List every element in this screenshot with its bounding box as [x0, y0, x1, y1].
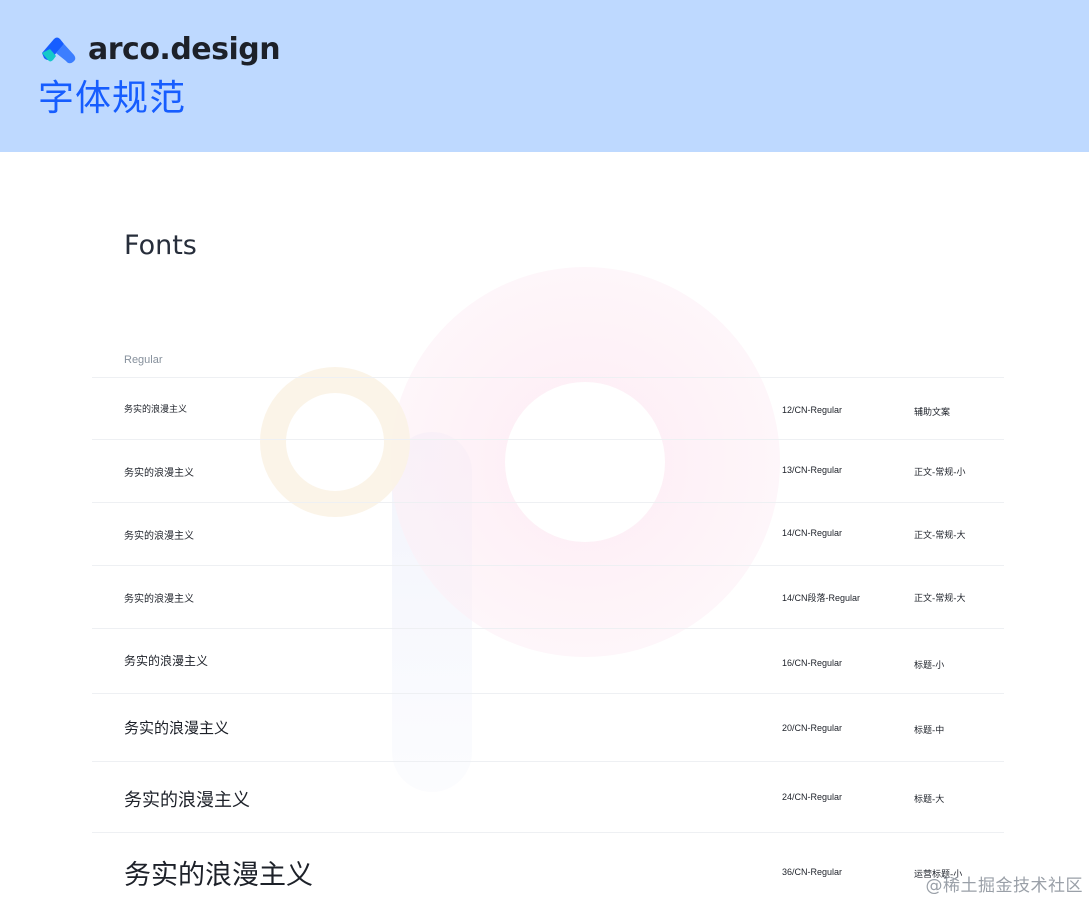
font-spec: 14/CN-Regular: [782, 528, 843, 538]
site-watermark: @稀土掘金技术社区: [925, 876, 1083, 896]
brand: arco.design: [38, 30, 281, 70]
font-usage: 辅助文案: [914, 408, 951, 418]
font-usage: 正文-常规-小: [914, 468, 966, 478]
font-spec: 12/CN-Regular: [782, 405, 843, 415]
font-spec-table: 务实的浪漫主义 12/CN-Regular 辅助文案 务实的浪漫主义 13/CN…: [92, 377, 1004, 900]
table-row: 务实的浪漫主义 13/CN-Regular 正文-常规-小: [92, 439, 1004, 502]
font-sample: 务实的浪漫主义: [124, 654, 209, 668]
table-row: 务实的浪漫主义 12/CN-Regular 辅助文案: [92, 377, 1004, 439]
font-sample: 务实的浪漫主义: [124, 594, 194, 605]
weight-label: Regular: [124, 354, 163, 366]
font-usage: 正文-常规-大: [914, 594, 966, 604]
font-usage: 标题-中: [914, 726, 945, 736]
font-usage: 标题-小: [914, 661, 945, 671]
font-usage: 正文-常规-大: [914, 531, 966, 541]
font-sample: 务实的浪漫主义: [124, 468, 194, 479]
font-sample: 务实的浪漫主义: [124, 860, 313, 891]
section-title: Fonts: [124, 230, 197, 261]
table-row: 务实的浪漫主义 14/CN段落-Regular 正文-常规-大: [92, 565, 1004, 628]
table-row: 务实的浪漫主义 36/CN-Regular 运营标题-小: [92, 832, 1004, 900]
font-spec: 24/CN-Regular: [782, 792, 843, 802]
font-spec: 16/CN-Regular: [782, 658, 843, 668]
table-row: 务实的浪漫主义 16/CN-Regular 标题-小: [92, 628, 1004, 693]
table-row: 务实的浪漫主义 20/CN-Regular 标题-中: [92, 693, 1004, 761]
font-spec: 14/CN段落-Regular: [782, 593, 861, 603]
table-row: 务实的浪漫主义 14/CN-Regular 正文-常规-大: [92, 502, 1004, 565]
font-spec: 36/CN-Regular: [782, 867, 843, 877]
font-sample: 务实的浪漫主义: [124, 790, 250, 811]
header-band: arco.design 字体规范: [0, 0, 1089, 152]
arco-logo-icon: [42, 37, 76, 64]
font-sample: 务实的浪漫主义: [124, 719, 230, 737]
font-spec: 13/CN-Regular: [782, 465, 843, 475]
brand-name: arco.design: [88, 32, 281, 67]
font-usage: 标题-大: [914, 795, 945, 805]
font-sample: 务实的浪漫主义: [124, 531, 194, 542]
document-title: 字体规范: [38, 78, 187, 119]
font-sample: 务实的浪漫主义: [124, 405, 188, 415]
font-spec: 20/CN-Regular: [782, 723, 843, 733]
table-row: 务实的浪漫主义 24/CN-Regular 标题-大: [92, 761, 1004, 832]
